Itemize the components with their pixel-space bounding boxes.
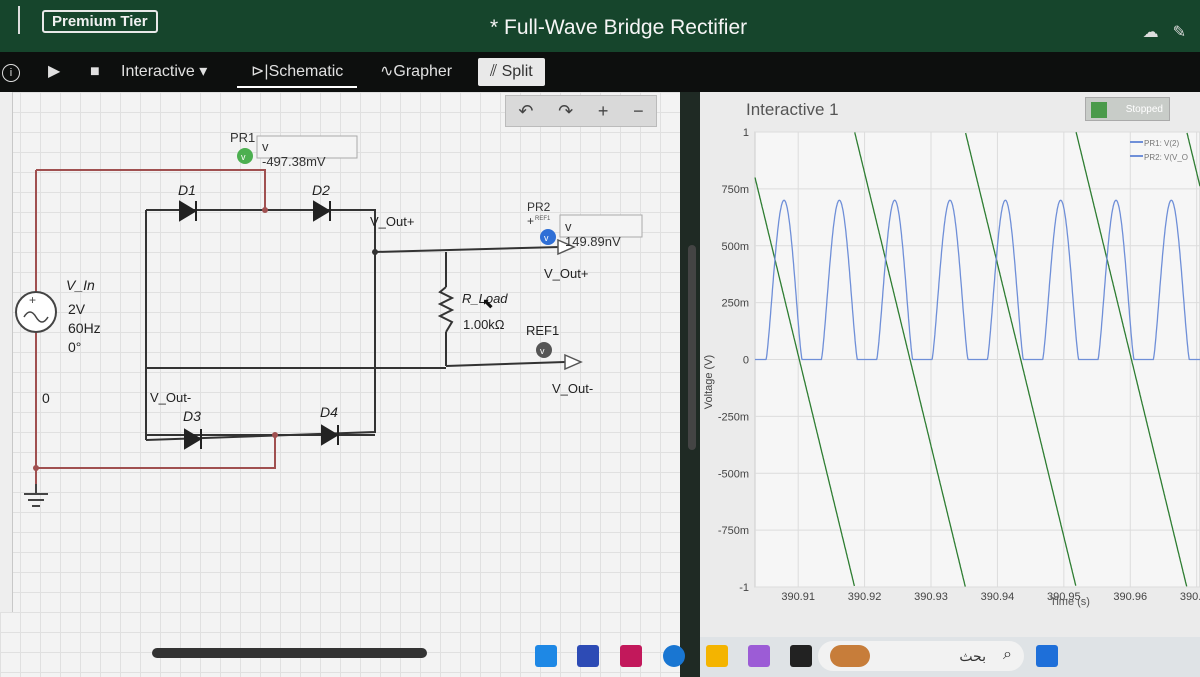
diode-d1-label: D1: [178, 182, 196, 198]
diode-d4-label: D4: [320, 404, 338, 420]
svg-text:+: +: [29, 293, 36, 307]
x-axis-label: Time (s): [1050, 596, 1090, 608]
wire: [145, 209, 376, 441]
tab-grapher-label: Grapher: [393, 63, 453, 80]
source-phase: 0°: [68, 339, 82, 355]
y-tick-label: 500m: [721, 241, 749, 253]
probe-pr1-name: PR1: [230, 130, 256, 145]
document-title: * Full-Wave Bridge Rectifier: [490, 16, 748, 39]
diode-d2-symbol: [313, 200, 331, 222]
y-tick-label: 1: [743, 127, 749, 139]
ground-node-label: 0: [42, 390, 50, 406]
resistor-symbol: [437, 286, 455, 333]
source-name: V_In: [66, 277, 95, 293]
cloud-icon[interactable]: ☁: [1143, 22, 1159, 42]
y-tick-label: -1: [739, 582, 749, 594]
svg-text:v: v: [241, 152, 246, 162]
diode-d1-symbol: [179, 200, 197, 222]
net-label-out-minus: V_Out-: [150, 390, 192, 405]
horizontal-scrollbar[interactable]: [152, 648, 427, 658]
diode-d3-label: D3: [183, 408, 201, 424]
diode-d4-symbol: [321, 424, 339, 446]
x-tick-label: 390.96: [1113, 591, 1147, 603]
browser-icon[interactable]: [663, 645, 685, 667]
tab-schematic[interactable]: ⊳|Schematic: [237, 58, 358, 88]
stop-icon[interactable]: ■: [90, 58, 100, 86]
copilot-icon[interactable]: [748, 645, 770, 667]
mouse-cursor-icon: ⬉: [482, 295, 494, 311]
legend-pr2: PR2: V(V_O: [1144, 153, 1188, 162]
app-icon-1[interactable]: [535, 645, 557, 667]
x-tick-label: 390.92: [848, 591, 882, 603]
source-voltage: 2V: [68, 301, 86, 317]
x-tick-label: 390.94: [981, 591, 1015, 603]
widgets-icon[interactable]: [830, 645, 870, 667]
windows-start-icon[interactable]: [1036, 645, 1058, 667]
y-tick-label: 0: [743, 355, 749, 367]
play-icon[interactable]: ▶: [48, 58, 60, 86]
app-icon-2[interactable]: [577, 645, 599, 667]
x-tick-label: 390.93: [914, 591, 948, 603]
probe-pr2-reading: v 149.89nV: [565, 219, 621, 249]
x-tick-label: 390.97: [1180, 591, 1200, 603]
tab-split[interactable]: ⫽ Split: [478, 58, 545, 86]
diode-d2-label: D2: [312, 182, 330, 198]
folder-icon[interactable]: [706, 645, 728, 667]
diode-d3-symbol: [184, 428, 202, 450]
split-icon: ⫽: [490, 63, 502, 80]
tab-grapher[interactable]: ∿Grapher: [380, 58, 452, 86]
menu-icon[interactable]: [0, 6, 20, 34]
svg-text:v: v: [544, 233, 549, 243]
tab-schematic-label: Schematic: [268, 63, 344, 80]
vertical-scrollbar[interactable]: [688, 245, 696, 450]
svg-text:v: v: [540, 346, 545, 356]
y-tick-label: -750m: [718, 525, 749, 537]
premium-tier-badge[interactable]: Premium Tier: [42, 10, 158, 33]
search-icon: ⌕: [1003, 646, 1012, 663]
probe-pr2-name: PR2 +: [527, 200, 551, 228]
terminal-out-minus-label: V_Out-: [552, 381, 594, 396]
probe-pr1-reading: v -497.38mV: [262, 139, 326, 169]
title-bar: Premium Tier * Full-Wave Bridge Rectifie…: [0, 0, 1200, 52]
wire: [445, 361, 566, 367]
wave-icon: ∿: [380, 63, 394, 80]
tab-split-label: Split: [501, 63, 533, 80]
source-frequency: 60Hz: [68, 320, 101, 336]
y-axis-label: Voltage (V): [703, 355, 715, 409]
wire: [374, 246, 561, 253]
app-icon-3[interactable]: [620, 645, 642, 667]
edit-icon[interactable]: ✎: [1173, 22, 1186, 42]
terminal-out-plus-label: V_Out+: [544, 266, 589, 281]
diode-icon: ⊳|: [251, 63, 269, 80]
mode-dropdown[interactable]: Interactive ▾: [121, 58, 207, 86]
search-text: بحث: [959, 648, 986, 664]
terminal-out-minus: [564, 353, 583, 371]
y-tick-label: 750m: [721, 184, 749, 196]
toolbar: i ▶ ■ Interactive ▾ ⊳|Schematic ∿Grapher…: [0, 52, 1200, 92]
y-tick-label: -500m: [718, 468, 749, 480]
legend-pr1: PR1: V(2): [1144, 139, 1179, 148]
probe-pr2-sub: REF1: [535, 216, 551, 222]
chevron-down-icon: ▾: [199, 63, 208, 80]
voltage-plot[interactable]: 1 750m 500m 250m 0 -250m -500m -750m -1 390.91 39…: [700, 92, 1200, 637]
info-icon[interactable]: i: [2, 64, 20, 82]
net-label-out-plus: V_Out+: [370, 214, 415, 229]
mode-label: Interactive: [121, 63, 195, 80]
y-tick-label: -250m: [718, 411, 749, 423]
wire: [36, 169, 266, 210]
app-icon-7[interactable]: [790, 645, 812, 667]
x-tick-label: 390.91: [781, 591, 815, 603]
y-tick-label: 250m: [721, 298, 749, 310]
resistor-value: 1.00kΩ: [463, 317, 505, 332]
probe-ref1-name: REF1: [526, 323, 560, 338]
